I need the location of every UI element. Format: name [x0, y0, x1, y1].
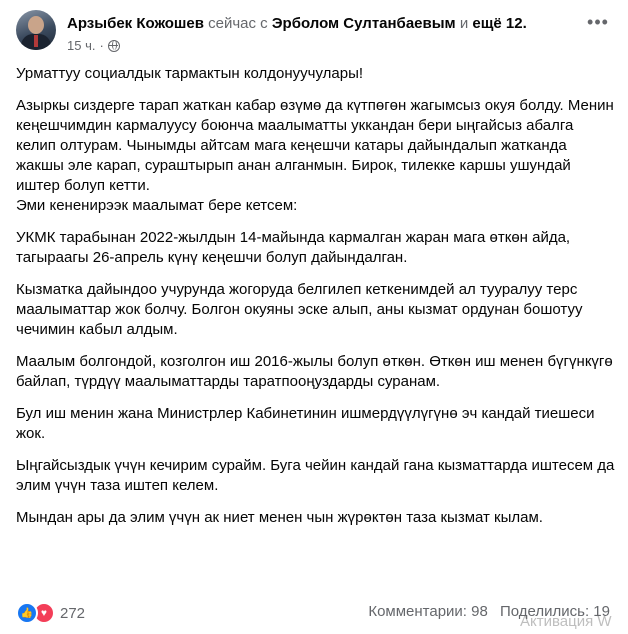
reaction-count[interactable]: 272: [60, 605, 85, 622]
meta-separator: ·: [99, 38, 104, 53]
post-body: Урматтуу социалдык тармактын колдонуучул…: [16, 64, 616, 540]
post-card: Арзыбек Кожошев сейчас с Эрболом Султанб…: [0, 0, 628, 634]
post-paragraph-6: Бул иш менин жана Министрлер Кабинетинин…: [16, 405, 595, 442]
post-meta: 15 ч. ·: [67, 38, 120, 54]
more-horizontal-icon: •••: [587, 11, 609, 32]
more-options-button[interactable]: •••: [582, 8, 614, 36]
activation-watermark: Активация W: [520, 613, 612, 630]
avatar-tie: [34, 35, 38, 47]
author-name[interactable]: Арзыбек Кожошев: [67, 15, 204, 32]
post-paragraph-5: Маалым болгондой, козголгон иш 2016-жылы…: [16, 353, 613, 390]
post-title-line: Арзыбек Кожошев сейчас с Эрболом Султанб…: [67, 14, 527, 34]
post-paragraph-1: Урматтуу социалдык тармактын колдонуучул…: [16, 65, 364, 82]
globe-icon[interactable]: [107, 40, 120, 52]
reactions-summary[interactable]: 👍 ♥ 272: [16, 602, 85, 624]
tagged-person[interactable]: Эрболом Султанбаевым: [272, 15, 456, 32]
post-paragraph-7: Ыңгайсыздык үчүн кечирим сурайм. Буга че…: [16, 457, 615, 494]
post-paragraph-8: Мындан ары да элим үчүн ак ниет менен чы…: [16, 509, 543, 526]
tagged-others-link[interactable]: ещё 12.: [472, 15, 526, 32]
comments-count[interactable]: Комментарии: 98: [368, 603, 488, 620]
post-paragraph-3: УКМК тарабынан 2022-жылдын 14-майында ка…: [16, 229, 571, 266]
avatar-face: [28, 16, 44, 34]
post-paragraph-4: Кызматка дайындоо учурунда жогоруда белг…: [16, 281, 583, 338]
post-paragraph-2: Азыркы сиздерге тарап жаткан кабар өзүмө…: [16, 97, 614, 214]
title-and-word: и: [459, 15, 469, 32]
author-avatar[interactable]: [16, 10, 56, 50]
post-header: Арзыбек Кожошев сейчас с Эрболом Султанб…: [16, 10, 612, 60]
post-timestamp[interactable]: 15 ч.: [67, 38, 95, 54]
title-connector: сейчас с: [208, 15, 268, 32]
like-icon: 👍: [16, 602, 38, 624]
